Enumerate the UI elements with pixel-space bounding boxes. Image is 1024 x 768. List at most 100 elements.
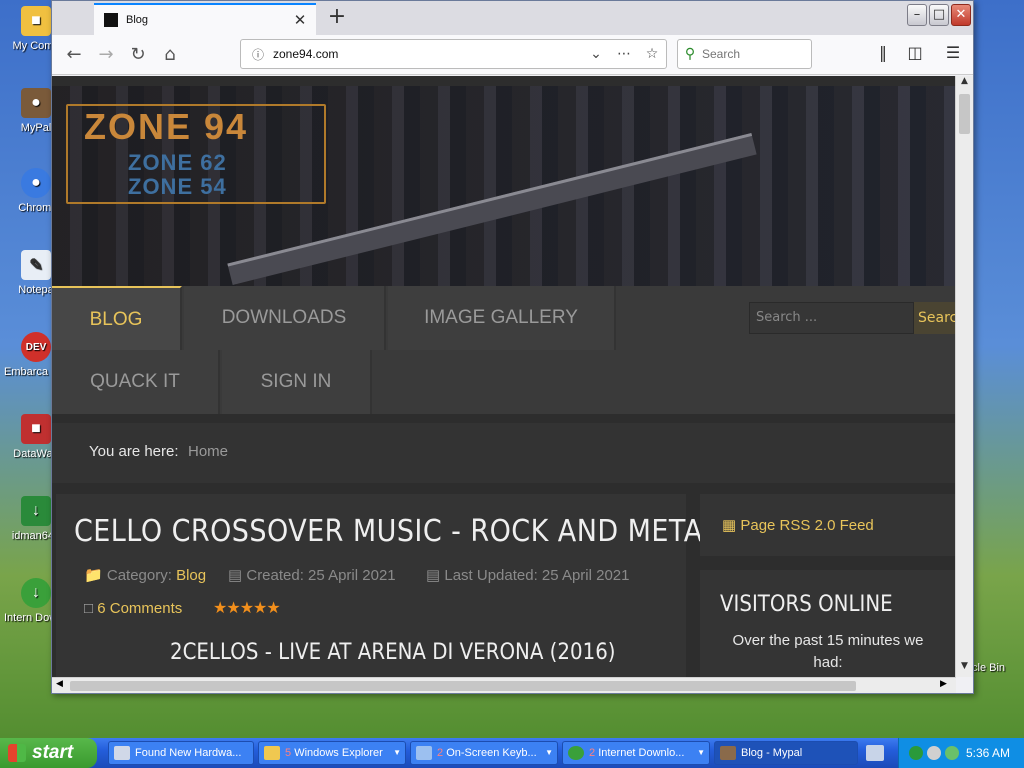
folder-icon xyxy=(264,746,280,760)
sidebar-icon[interactable]: ◫ xyxy=(902,43,928,62)
site-banner: ZONE 94 ZONE 62 ZONE 54 xyxy=(52,86,956,286)
comments-link[interactable]: □ 6 Comments xyxy=(84,600,182,617)
home-button[interactable]: ⌂ xyxy=(158,43,182,67)
group-dropdown-icon: ▼ xyxy=(697,748,705,757)
internet-download-icon: ↓ xyxy=(21,578,51,608)
visitors-online-box: VISITORS ONLINE Over the past 15 minutes… xyxy=(700,570,956,677)
system-tray: 5:36 AM xyxy=(898,738,1024,768)
site-nav-row-2: QUACK IT SIGN IN xyxy=(52,350,956,414)
url-text[interactable]: zone94.com xyxy=(269,47,582,61)
logo-zone94: ZONE 94 xyxy=(84,106,249,147)
minimize-button[interactable]: – xyxy=(907,4,927,26)
site-search-button[interactable]: Search xyxy=(914,302,956,334)
url-history-dropdown-icon[interactable]: ⌄ xyxy=(582,46,610,62)
taskbar-item-blog-mypal[interactable]: Blog - Mypal xyxy=(714,741,858,765)
horizontal-scroll-thumb[interactable] xyxy=(70,681,856,691)
scroll-right-arrow[interactable]: ▶ xyxy=(940,679,947,689)
calendar-icon: ▤ xyxy=(228,567,243,584)
internet-download-icon xyxy=(568,746,584,760)
network-icon[interactable] xyxy=(909,746,923,760)
logo-zone62: ZONE 62 xyxy=(128,150,227,175)
tab-bar: Blog ✕ + – □ ✕ xyxy=(52,1,973,35)
calendar-icon: ▤ xyxy=(426,567,441,584)
visitors-text: Over the past 15 minutes we had: xyxy=(732,632,924,671)
clock: 5:36 AM xyxy=(965,746,1010,760)
menu-icon[interactable]: ☰ xyxy=(940,43,966,62)
idman-icon: ↓ xyxy=(21,496,51,526)
mypal-icon xyxy=(720,746,736,760)
taskbar-item-found-new-hardware[interactable]: Found New Hardwa... xyxy=(108,741,254,765)
rss-feed-label: Page RSS 2.0 Feed xyxy=(740,517,874,534)
scroll-left-arrow[interactable]: ◀ xyxy=(56,679,63,689)
taskbar-item-label: Found New Hardwa... xyxy=(135,747,242,759)
horizontal-scrollbar[interactable]: ◀ ▶ xyxy=(52,677,956,693)
taskbar-item-count: 2 xyxy=(589,747,596,759)
chromium-icon: ● xyxy=(21,168,51,198)
browser-window: Blog ✕ + – □ ✕ ← → ↻ ⌂ ⓘ zone94.com ⌄ ⋯ … xyxy=(51,0,974,694)
address-bar[interactable]: ⓘ zone94.com ⌄ ⋯ ☆ xyxy=(240,39,667,69)
article-created: ▤ Created: 25 April 2021 xyxy=(228,566,396,584)
tab-title: Blog xyxy=(126,14,149,26)
site-search-input[interactable]: Search ... xyxy=(749,302,914,334)
library-icon[interactable]: ‖ xyxy=(870,43,896,62)
taskbar-item-on-screen-keyboard[interactable]: 2 On-Screen Keyb... ▼ xyxy=(410,741,558,765)
nav-downloads[interactable]: DOWNLOADS xyxy=(184,286,386,350)
visitors-title: VISITORS ONLINE xyxy=(720,592,893,617)
browser-search-box[interactable]: ⚲ xyxy=(677,39,812,69)
tab-blog[interactable]: Blog ✕ xyxy=(94,3,316,35)
browser-search-input[interactable] xyxy=(702,47,802,61)
comments-count: 6 Comments xyxy=(97,600,183,617)
maximize-button[interactable]: □ xyxy=(929,4,949,26)
category-label: Category: xyxy=(106,567,172,584)
nav-toolbar: ← → ↻ ⌂ ⓘ zone94.com ⌄ ⋯ ☆ ⚲ ‖ ◫ ☰ xyxy=(52,35,973,75)
rss-feed-box: ▦ Page RSS 2.0 Feed xyxy=(700,494,956,556)
taskbar-item-windows-explorer[interactable]: 5 Windows Explorer ▼ xyxy=(258,741,406,765)
reload-button[interactable]: ↻ xyxy=(126,43,150,67)
article-title[interactable]: CELLO CROSSOVER MUSIC - ROCK AND METAL xyxy=(74,514,718,549)
volume-icon[interactable] xyxy=(927,746,941,760)
site-nav-row-1: BLOG DOWNLOADS IMAGE GALLERY Search ... … xyxy=(52,286,956,350)
download-tray-icon[interactable] xyxy=(945,746,959,760)
group-dropdown-icon: ▼ xyxy=(393,748,401,757)
start-button[interactable]: start xyxy=(0,738,97,768)
article-updated: ▤ Last Updated: 25 April 2021 xyxy=(426,566,630,584)
keyboard-icon xyxy=(416,746,432,760)
breadcrumb-home-link[interactable]: Home xyxy=(188,443,228,460)
logo-zone54: ZONE 54 xyxy=(128,174,227,199)
page-actions-icon[interactable]: ⋯ xyxy=(610,46,638,62)
updated-date: Last Updated: 25 April 2021 xyxy=(444,567,630,584)
taskbar-item-label: Internet Downlo... xyxy=(598,747,685,759)
forward-button[interactable]: → xyxy=(94,43,118,67)
keyboard-tray-icon[interactable] xyxy=(866,745,884,761)
windows-flag-icon xyxy=(8,744,26,762)
taskbar-item-label: On-Screen Keyb... xyxy=(446,747,537,759)
taskbar-item-label: Blog - Mypal xyxy=(741,747,803,759)
nav-image-gallery[interactable]: IMAGE GALLERY xyxy=(388,286,616,350)
mypal-icon: ● xyxy=(21,88,51,118)
taskbar-item-count: 5 xyxy=(285,747,292,759)
new-tab-button[interactable]: + xyxy=(324,4,350,29)
taskbar: start Found New Hardwa... 5 Windows Expl… xyxy=(0,738,1024,768)
site-favicon-icon xyxy=(104,13,118,27)
tab-close-icon[interactable]: ✕ xyxy=(292,11,308,29)
scroll-up-arrow[interactable]: ▲ xyxy=(956,76,973,92)
back-button[interactable]: ← xyxy=(62,43,86,67)
vertical-scrollbar[interactable]: ▲ ▼ xyxy=(955,76,973,677)
vertical-scroll-thumb[interactable] xyxy=(959,94,970,134)
category-link[interactable]: Blog xyxy=(176,567,206,584)
rss-feed-link[interactable]: ▦ Page RSS 2.0 Feed xyxy=(722,516,874,534)
rss-icon: ▦ xyxy=(722,517,737,534)
bookmark-star-icon[interactable]: ☆ xyxy=(638,46,666,62)
breadcrumb-label: You are here: xyxy=(89,443,179,460)
taskbar-item-internet-download[interactable]: 2 Internet Downlo... ▼ xyxy=(562,741,710,765)
site-info-icon[interactable]: ⓘ xyxy=(247,46,269,63)
rating-stars[interactable]: ★★★★★ xyxy=(213,598,281,617)
scroll-down-arrow[interactable]: ▼ xyxy=(956,661,973,677)
nav-quack-it[interactable]: QUACK IT xyxy=(52,350,220,414)
breadcrumb: You are here: Home xyxy=(52,423,956,483)
datawag-icon: ■ xyxy=(21,414,51,444)
article: CELLO CROSSOVER MUSIC - ROCK AND METAL 📁… xyxy=(56,494,718,677)
nav-blog[interactable]: BLOG xyxy=(52,286,182,350)
nav-sign-in[interactable]: SIGN IN xyxy=(222,350,372,414)
close-window-button[interactable]: ✕ xyxy=(951,4,971,26)
